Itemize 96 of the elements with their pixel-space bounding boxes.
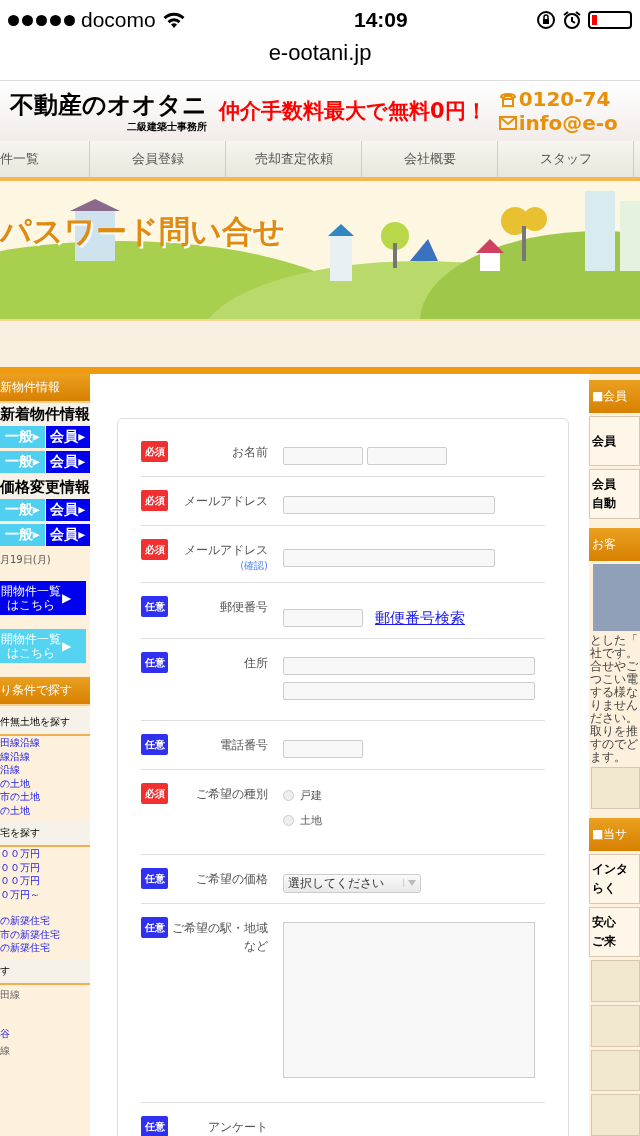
radio-button[interactable] (283, 790, 294, 801)
search-link[interactable]: の土地 (0, 776, 90, 790)
input-field[interactable] (283, 657, 535, 675)
field-label: お名前 (232, 444, 268, 461)
search-link[interactable]: 市の土地 (0, 790, 90, 804)
member-button[interactable]: 会員▸ (45, 426, 90, 448)
input-field[interactable] (367, 447, 447, 465)
badge: 任意 (141, 652, 168, 673)
search-link[interactable]: ０万円～ (0, 887, 90, 901)
banner[interactable]: インタ らく (589, 854, 640, 905)
section-header: 新物件情報 (0, 374, 90, 403)
badge: 必須 (141, 490, 168, 511)
picture-placeholder[interactable] (591, 960, 640, 1002)
field-label: ご希望の価格 (196, 871, 268, 888)
search-link[interactable]: の新築住宅 (0, 941, 90, 955)
subsection-header: す (0, 958, 90, 985)
badge: 必須 (141, 783, 168, 804)
mail-icon (498, 116, 517, 130)
search-link[interactable]: 谷 (0, 1027, 90, 1041)
badge: 任意 (141, 734, 168, 755)
line-label: 田線 (0, 987, 21, 1001)
nav-tab[interactable]: 件一覧 (0, 141, 90, 177)
banner[interactable]: 安心 ご来 (589, 907, 640, 958)
picture-placeholder[interactable] (591, 767, 640, 810)
search-link[interactable]: 線沿線 (0, 749, 90, 763)
search-link[interactable]: の土地 (0, 803, 90, 817)
search-link[interactable]: 沿線 (0, 763, 90, 777)
field-label: 住所 (244, 655, 268, 672)
rotation-lock-icon (536, 10, 556, 30)
input-field[interactable] (283, 447, 363, 465)
picture-placeholder[interactable] (591, 1049, 640, 1092)
badge: 必須 (141, 539, 168, 560)
picture-placeholder[interactable] (591, 1094, 640, 1136)
message-text: とした「 社です。 合せやご つこい電 する様な りません ださい。 取りを推 すのでど ます。 (589, 634, 639, 765)
badge: 任意 (141, 917, 168, 938)
clock-time: 14:09 (353, 8, 408, 32)
subsection-header: 宅を探す (0, 821, 90, 847)
section-header: ■当サ (589, 818, 640, 852)
nav-tab[interactable]: 売却査定依頼 (226, 141, 362, 177)
carrier-name: docomo (81, 8, 156, 32)
search-link[interactable]: 田線沿線 (0, 736, 90, 750)
line-label: 線 (0, 1043, 11, 1057)
banner[interactable]: 会員 (589, 416, 640, 466)
alarm-icon (562, 10, 582, 30)
badge: 任意 (141, 868, 168, 889)
section-title: 新着物件情報 (0, 403, 90, 426)
badge: 任意 (141, 1116, 168, 1136)
zip-search-link[interactable]: 郵便番号検索 (375, 608, 465, 628)
section-title: 価格変更情報 (0, 476, 90, 499)
nav-tab[interactable]: スタッフ (498, 141, 634, 177)
radio-button[interactable] (283, 815, 294, 826)
field-label: 郵便番号 (220, 599, 268, 616)
section-header: お客 (589, 528, 640, 561)
search-link[interactable]: ００万円 (0, 874, 90, 888)
search-link[interactable]: ００万円 (0, 847, 90, 861)
section-header: ■会員 (589, 380, 640, 413)
field-label: ご希望の種別 (196, 786, 268, 803)
photo-placeholder (593, 564, 640, 632)
search-link[interactable]: ００万円 (0, 860, 90, 874)
field-label: アンケート (208, 1119, 268, 1136)
badge: 任意 (141, 596, 168, 617)
field-label: メールアドレス (184, 493, 268, 510)
text-area[interactable] (283, 922, 535, 1078)
section-header: り条件で探す (0, 677, 90, 706)
logo-text[interactable]: 不動産のオオタニ (10, 89, 207, 121)
member-button[interactable]: 会員▸ (45, 451, 90, 473)
picture-placeholder[interactable] (591, 1004, 640, 1047)
slogan-text: 仲介手数料最大で無料0円！ (219, 98, 487, 125)
field-note: (確認) (240, 559, 268, 572)
logo-subtitle: 二級建築士事務所 (127, 121, 207, 133)
input-field[interactable] (283, 496, 495, 514)
field-label: 電話番号 (220, 737, 268, 754)
input-field[interactable] (283, 682, 535, 700)
banner[interactable]: 会員 自動 (589, 469, 640, 519)
phone-icon (498, 91, 517, 107)
input-field[interactable] (283, 609, 363, 627)
field-label: メールアドレス (184, 542, 268, 559)
subsection-header: 件無土地を探す (0, 710, 90, 736)
wifi-icon (161, 11, 186, 29)
nav-tab[interactable]: 会員登録 (90, 141, 226, 177)
url-text[interactable]: e-ootani.jp (268, 40, 372, 66)
badge: 必須 (141, 441, 168, 462)
battery-icon (588, 11, 632, 29)
update-date: 月19日(月) (0, 553, 52, 567)
search-link[interactable]: の新築住宅 (0, 914, 90, 928)
radio-label: 土地 (300, 813, 322, 828)
radio-label: 戸建 (300, 788, 322, 803)
nav-tab[interactable]: 会社概要 (362, 141, 498, 177)
field-label: ご希望の駅・地域など (171, 920, 268, 955)
input-field[interactable] (283, 740, 363, 758)
signal-icon (8, 14, 75, 26)
member-button[interactable]: 会員▸ (45, 499, 90, 521)
member-button[interactable]: 会員▸ (45, 524, 90, 546)
search-link[interactable]: 市の新築住宅 (0, 927, 90, 941)
price-select[interactable]: 選択してください (283, 873, 421, 893)
input-field[interactable] (283, 549, 495, 567)
